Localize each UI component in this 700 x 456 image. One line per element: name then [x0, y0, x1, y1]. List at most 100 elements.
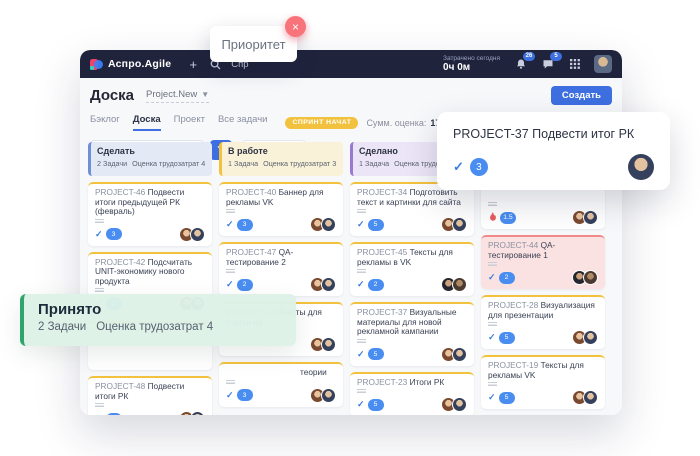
- description-icon: [488, 262, 497, 268]
- avatar: [583, 270, 598, 285]
- column-task-count: 2 Задачи: [38, 321, 86, 333]
- time-tracker-value: 0ч 0м: [443, 62, 500, 73]
- task-id: PROJECT-44: [488, 240, 541, 250]
- estimate-badge: 5: [499, 392, 515, 404]
- tab-3[interactable]: Все задачи: [218, 114, 268, 131]
- avatar: [452, 217, 467, 232]
- time-tracker: Затрачено сегодня 0ч 0м: [443, 55, 500, 73]
- task-card[interactable]: PROJECT-46 Подвести итоги предыдущей РК …: [88, 182, 212, 246]
- task-name: теории: [300, 368, 327, 378]
- task-footer: ✓2: [95, 412, 205, 415]
- description-icon: [488, 322, 497, 328]
- avatars: [314, 388, 336, 403]
- task-footer: 1.5: [488, 211, 598, 224]
- estimate-badge: 5: [368, 348, 384, 360]
- brand-name: Аспро.Agile: [108, 58, 171, 70]
- task-card[interactable]: теории ✓3: [219, 362, 343, 407]
- column-estimate: Оценка трудозатрат 3: [263, 159, 336, 168]
- column-task-count: 1 Задача: [228, 159, 258, 168]
- task-footer: ✓3: [226, 389, 336, 402]
- task-card[interactable]: PROJECT-19 Тексты для рекламы VK ✓5: [481, 355, 605, 409]
- add-icon[interactable]: +: [185, 56, 201, 72]
- tab-2[interactable]: Проект: [174, 114, 205, 131]
- description-icon: [488, 382, 497, 388]
- task-title: PROJECT-44 QA-тестирование 1: [488, 241, 598, 260]
- column-cards: 1.5PROJECT-44 QA-тестирование 1✓2PROJECT…: [481, 182, 605, 415]
- sprint-status-badge: СПРИНТ НАЧАТ: [285, 117, 358, 129]
- tab-1[interactable]: Доска: [133, 114, 161, 131]
- task-card[interactable]: PROJECT-40 Баннер для рекламы VK✓3: [219, 182, 343, 236]
- flame-icon: [488, 212, 497, 223]
- task-card[interactable]: PROJECT-28 Визуализация для презентации✓…: [481, 295, 605, 349]
- column-header: Сделать 2 ЗадачиОценка трудозатрат 4: [88, 142, 212, 176]
- tab-0[interactable]: Бэклог: [90, 114, 120, 131]
- check-icon: ✓: [357, 219, 365, 230]
- avatars: [576, 330, 598, 345]
- avatars: [314, 337, 336, 352]
- notifications-count: 26: [523, 52, 535, 61]
- avatars: [445, 347, 467, 362]
- project-selector[interactable]: Project.New ▼: [146, 89, 209, 103]
- task-id: PROJECT-40: [226, 187, 279, 197]
- tooltip-label: Приоритет: [221, 37, 285, 52]
- estimate-badge: 2: [368, 279, 384, 291]
- drag-preview-card[interactable]: PROJECT-37 Подвести итог РК ✓ 3: [437, 112, 670, 190]
- task-card[interactable]: PROJECT-44 QA-тестирование 1✓2: [481, 235, 605, 289]
- avatar: [628, 154, 654, 180]
- description-icon: [95, 403, 104, 409]
- task-card[interactable]: PROJECT-23 Итоги РК✓5: [350, 372, 474, 416]
- task-footer: ✓5: [357, 218, 467, 231]
- column-title: Сделать: [97, 146, 206, 156]
- avatar: [190, 411, 205, 415]
- task-id: PROJECT-19: [488, 360, 541, 370]
- task-title: PROJECT-37 Визуальные материалы для ново…: [357, 308, 467, 337]
- task-footer: ✓3: [95, 228, 205, 241]
- notifications-bell-icon[interactable]: 26: [513, 56, 529, 72]
- chat-icon[interactable]: 5: [540, 56, 556, 72]
- app-logo: Аспро.Agile: [90, 58, 171, 71]
- column-title: В работе: [228, 146, 337, 156]
- task-title: PROJECT-23 Итоги РК: [357, 378, 467, 388]
- estimate-badge: 3: [237, 389, 253, 401]
- task-footer: ✓3: [226, 218, 336, 231]
- estimate-badge: 5: [368, 219, 384, 231]
- task-card[interactable]: PROJECT-48 Подвести итоги РК✓2: [88, 376, 212, 415]
- task-id: PROJECT-42: [95, 257, 148, 267]
- apps-grid-icon[interactable]: [567, 56, 583, 72]
- create-button[interactable]: Создать: [551, 86, 612, 105]
- task-title: PROJECT-42 Подсчитать UNIT-экономику нов…: [95, 258, 205, 287]
- avatars: [314, 277, 336, 292]
- column-estimate: Оценка трудозатрат 4: [96, 321, 213, 333]
- task-footer: ✓5: [488, 391, 598, 404]
- description-icon: [357, 209, 366, 215]
- task-id: PROJECT-46: [95, 187, 148, 197]
- task-card[interactable]: PROJECT-34 Подготовить текст и картинки …: [350, 182, 474, 236]
- chevron-down-icon: ▼: [201, 90, 209, 99]
- description-icon: [226, 380, 235, 386]
- user-avatar[interactable]: [594, 55, 612, 73]
- app-window: Аспро.Agile + Спр Затрачено сегодня 0ч 0…: [80, 50, 622, 415]
- task-card[interactable]: PROJECT-37 Визуальные материалы для ново…: [350, 302, 474, 366]
- column-header: В работе 1 Задача Оценка трудозатрат 3: [219, 142, 343, 176]
- estimate-badge: 2: [237, 279, 253, 291]
- task-footer: ✓5: [488, 331, 598, 344]
- task-id: PROJECT-37: [357, 307, 410, 317]
- close-icon[interactable]: ×: [285, 16, 306, 37]
- logo-icon: [90, 58, 103, 71]
- task-id: PROJECT-34: [357, 187, 410, 197]
- check-icon: ✓: [357, 349, 365, 360]
- tabs: Бэклог Доска Проект Все задачи: [90, 114, 267, 131]
- description-icon: [357, 389, 366, 395]
- avatar: [452, 347, 467, 362]
- avatar: [190, 227, 205, 242]
- task-title: PROJECT-19 Тексты для рекламы VK: [488, 361, 598, 380]
- sum-estimate-label: Сумм. оценка:: [366, 118, 426, 128]
- task-card[interactable]: PROJECT-45 Тексты для рекламы в VK✓2: [350, 242, 474, 296]
- task-card[interactable]: PROJECT-47 QA-тестирование 2✓2: [219, 242, 343, 296]
- description-icon: [95, 219, 104, 225]
- avatar: [321, 388, 336, 403]
- column-meta: 2 ЗадачиОценка трудозатрат 4: [97, 159, 206, 168]
- avatars: [314, 217, 336, 232]
- task-id: PROJECT-23: [357, 377, 410, 387]
- description-icon: [357, 269, 366, 275]
